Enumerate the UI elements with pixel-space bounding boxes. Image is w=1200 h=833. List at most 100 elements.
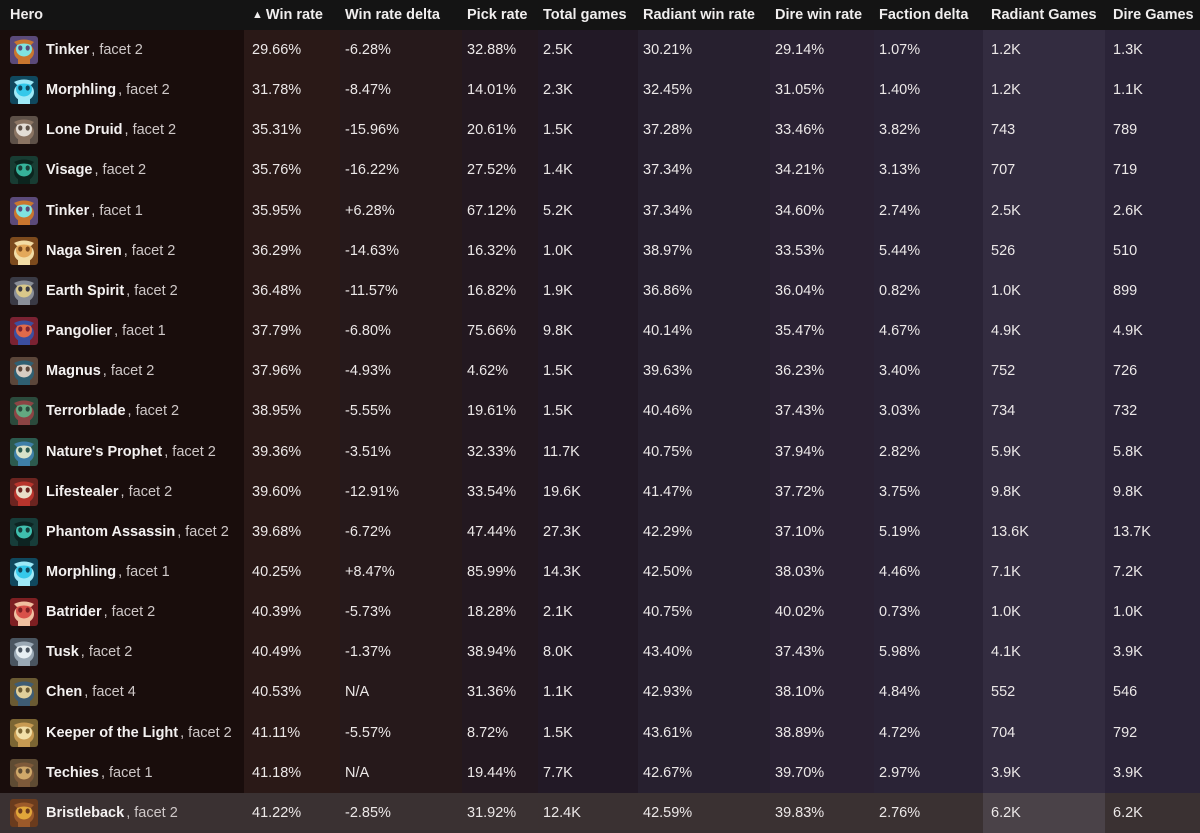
table-row[interactable]: Nature's Prophet, facet 2 39.36% -3.51% 32.… xyxy=(0,432,1200,472)
hero-facet: , facet 2 xyxy=(127,403,180,420)
dire-win-rate-cell: 29.14% xyxy=(775,42,825,58)
win-rate-delta-cell: N/A xyxy=(345,684,370,701)
hero-cell[interactable]: Keeper of the Light, facet 2 xyxy=(0,713,244,753)
radiant-win-rate-cell: 42.59% xyxy=(643,804,693,821)
pick-rate-cell: 38.94% xyxy=(467,644,517,661)
column-header-faction-delta-label: Faction delta xyxy=(879,7,969,23)
win-rate-delta-cell: -3.51% xyxy=(345,443,391,460)
win-rate-delta-cell: -15.96% xyxy=(345,122,400,139)
hero-cell[interactable]: Earth Spirit, facet 2 xyxy=(0,271,244,311)
hero-cell[interactable]: Phantom Assassin, facet 2 xyxy=(0,512,244,552)
hero-facet: , facet 2 xyxy=(103,604,156,621)
table-row[interactable]: Naga Siren, facet 2 36.29% -14.63% 16.32% 1.… xyxy=(0,231,1200,271)
hero-cell[interactable]: Terrorblade, facet 2 xyxy=(0,391,244,431)
column-header-win-rate-label: Win rate xyxy=(265,7,323,23)
radiant-games-cell: 4.1K xyxy=(991,644,1021,661)
faction-delta-cell: 3.13% xyxy=(879,162,921,179)
win-rate-delta-cell: -12.91% xyxy=(345,483,400,500)
table-row[interactable]: Terrorblade, facet 2 38.95% -5.55% 19.61% 1.… xyxy=(0,391,1200,431)
pick-rate-cell: 14.01% xyxy=(467,82,517,99)
hero-cell[interactable]: Techies, facet 1 xyxy=(0,753,244,793)
table-row[interactable]: Phantom Assassin, facet 2 39.68% -6.72% 47.… xyxy=(0,512,1200,552)
column-header-faction-delta[interactable]: Faction delta xyxy=(879,0,968,30)
column-header-hero-label: Hero xyxy=(10,7,44,23)
table-row[interactable]: Keeper of the Light, facet 2 41.11% -5.57%… xyxy=(0,713,1200,753)
hero-cell[interactable]: Morphling, facet 1 xyxy=(0,552,244,592)
hero-name: Terrorblade xyxy=(46,403,126,420)
hero-facet: , facet 2 xyxy=(102,363,155,380)
table-row[interactable]: Tusk, facet 2 40.49% -1.37% 38.94% 8.0K 43.40… xyxy=(0,632,1200,672)
table-row[interactable]: Batrider, facet 2 40.39% -5.73% 18.28% 2.1K 4… xyxy=(0,592,1200,632)
win-rate-cell: 35.76% xyxy=(252,162,302,179)
hero-cell[interactable]: Morphling, facet 2 xyxy=(0,70,244,110)
hero-name: Visage xyxy=(46,162,93,179)
hero-cell[interactable]: Chen, facet 4 xyxy=(0,672,244,712)
hero-cell[interactable]: Nature's Prophet, facet 2 xyxy=(0,432,244,472)
hero-cell[interactable]: Bristleback, facet 2 xyxy=(0,793,244,833)
hero-cell[interactable]: Lifestealer, facet 2 xyxy=(0,472,244,512)
win-rate-delta-cell: -6.80% xyxy=(345,323,391,340)
pick-rate-cell: 18.28% xyxy=(467,604,517,621)
table-row[interactable]: Bristleback, facet 2 41.22% -2.85% 31.92% 12… xyxy=(0,792,1200,833)
win-rate-delta-cell: -4.93% xyxy=(345,363,391,380)
hero-facet: , facet 2 xyxy=(164,443,216,460)
faction-delta-cell: 0.73% xyxy=(879,604,921,621)
radiant-games-cell: 5.9K xyxy=(991,443,1021,460)
column-header-pick-rate[interactable]: Pick rate xyxy=(467,0,527,30)
bristleback-icon xyxy=(10,798,38,827)
column-header-hero[interactable]: Hero xyxy=(10,0,43,30)
hero-cell[interactable]: Tinker, facet 1 xyxy=(0,191,244,231)
radiant-win-rate-cell: 38.97% xyxy=(643,242,693,259)
hero-cell[interactable]: Lone Druid, facet 2 xyxy=(0,110,244,150)
hero-cell[interactable]: Pangolier, facet 1 xyxy=(0,311,244,351)
hero-cell[interactable]: Magnus, facet 2 xyxy=(0,351,244,391)
table-row[interactable]: Morphling, facet 2 31.78% -8.47% 14.01% 2.3K… xyxy=(0,70,1200,110)
table-row[interactable]: Tinker, facet 2 29.66% -6.28% 32.88% 2.5K 30.… xyxy=(0,30,1200,70)
hero-name: Keeper of the Light xyxy=(46,724,179,741)
table-row[interactable]: Lone Druid, facet 2 35.31% -15.96% 20.61% 1.… xyxy=(0,110,1200,150)
hero-name: Earth Spirit xyxy=(46,282,125,299)
hero-name: Tinker xyxy=(46,42,90,58)
table-row[interactable]: Tinker, facet 1 35.95% +6.28% 67.12% 5.2K 37.… xyxy=(0,191,1200,231)
dire-games-cell: 726 xyxy=(1113,363,1138,380)
pick-rate-cell: 27.52% xyxy=(467,162,517,179)
natures-prophet-icon xyxy=(10,437,38,466)
table-row[interactable]: Lifestealer, facet 2 39.60% -12.91% 33.54% 1… xyxy=(0,472,1200,512)
win-rate-delta-cell: -6.28% xyxy=(345,42,391,58)
table-row[interactable]: Morphling, facet 1 40.25% +8.47% 85.99% 14.3… xyxy=(0,552,1200,592)
column-header-radiant-games[interactable]: Radiant Games xyxy=(991,0,1097,30)
table-row[interactable]: Techies, facet 1 41.18% N/A 19.44% 7.7K 42.67… xyxy=(0,753,1200,793)
column-header-win-rate[interactable]: ▲ Win rate xyxy=(252,0,323,30)
hero-cell[interactable]: Tinker, facet 2 xyxy=(0,30,244,70)
radiant-games-cell: 4.9K xyxy=(991,323,1021,340)
dire-games-cell: 5.8K xyxy=(1113,443,1143,460)
column-header-dire-games[interactable]: Dire Games xyxy=(1113,0,1194,30)
dire-games-cell: 4.9K xyxy=(1113,323,1143,340)
table-row[interactable]: Chen, facet 4 40.53% N/A 31.36% 1.1K 42.93% 38… xyxy=(0,672,1200,712)
hero-cell[interactable]: Naga Siren, facet 2 xyxy=(0,231,244,271)
column-header-radiant-win-rate[interactable]: Radiant win rate xyxy=(643,0,755,30)
dire-win-rate-cell: 31.05% xyxy=(775,82,825,99)
table-row[interactable]: Visage, facet 2 35.76% -16.22% 27.52% 1.4K 37… xyxy=(0,150,1200,190)
faction-delta-cell: 1.07% xyxy=(879,42,921,58)
hero-name: Magnus xyxy=(46,363,101,380)
morphling-icon xyxy=(10,557,38,586)
hero-cell[interactable]: Visage, facet 2 xyxy=(0,150,244,190)
win-rate-cell: 35.95% xyxy=(252,202,302,219)
hero-cell[interactable]: Tusk, facet 2 xyxy=(0,632,244,672)
radiant-games-cell: 1.2K xyxy=(991,42,1021,58)
column-header-total-games[interactable]: Total games xyxy=(543,0,627,30)
table-row[interactable]: Magnus, facet 2 37.96% -4.93% 4.62% 1.5K 39.6… xyxy=(0,351,1200,391)
hero-name: Tusk xyxy=(46,644,79,661)
hero-cell[interactable]: Batrider, facet 2 xyxy=(0,592,244,632)
total-games-cell: 27.3K xyxy=(543,523,581,540)
column-header-dire-win-rate[interactable]: Dire win rate xyxy=(775,0,862,30)
faction-delta-cell: 0.82% xyxy=(879,282,921,299)
radiant-win-rate-cell: 36.86% xyxy=(643,282,693,299)
table-row[interactable]: Earth Spirit, facet 2 36.48% -11.57% 16.82%… xyxy=(0,271,1200,311)
win-rate-delta-cell: -2.85% xyxy=(345,804,391,821)
hero-facet: , facet 2 xyxy=(94,162,147,179)
table-row[interactable]: Pangolier, facet 1 37.79% -6.80% 75.66% 9.8K… xyxy=(0,311,1200,351)
column-header-win-rate-delta[interactable]: Win rate delta xyxy=(345,0,440,30)
techies-icon xyxy=(10,758,38,787)
